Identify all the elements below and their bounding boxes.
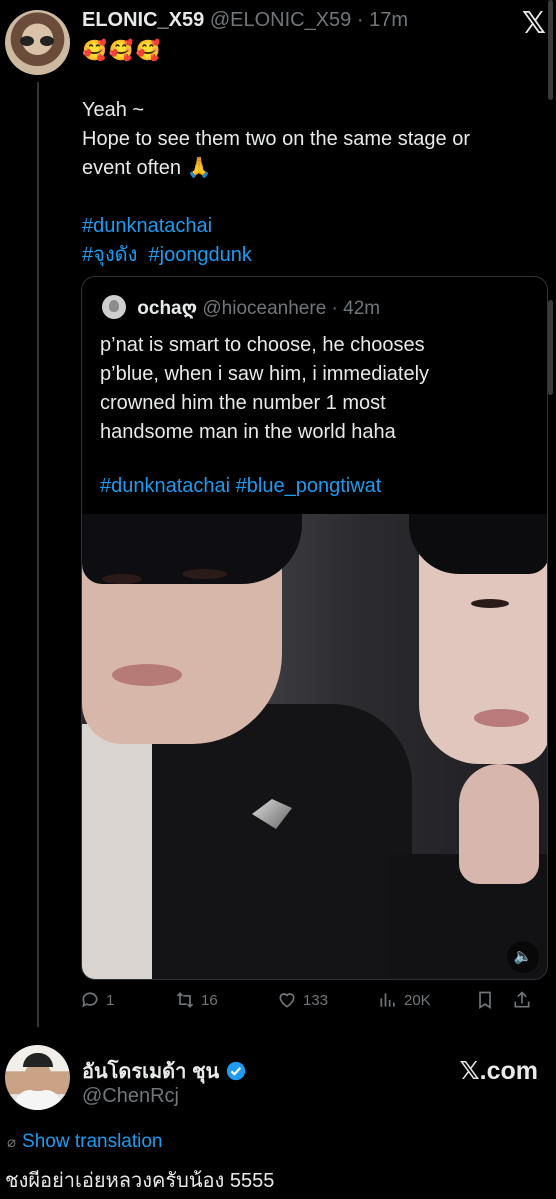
speaker-icon[interactable]: 🔈 bbox=[507, 941, 539, 973]
glasses-graphic bbox=[20, 36, 56, 46]
views-button[interactable]: 20K bbox=[378, 990, 431, 1010]
media-figure bbox=[471, 599, 509, 608]
reply-count: 1 bbox=[106, 991, 115, 1009]
verified-badge-icon bbox=[227, 1061, 246, 1081]
thread-connector-line bbox=[37, 82, 39, 1027]
post-text: Yeah ~ Hope to see them two on the same … bbox=[82, 96, 532, 183]
post-text-line: event often 🙏 bbox=[82, 157, 212, 179]
reply-author-handle[interactable]: @ChenRcj bbox=[82, 1085, 179, 1108]
reply-text: ชงผีอย่าเอ่ยหลวงครับน้อง 5555 bbox=[5, 1170, 275, 1192]
media-figure bbox=[474, 709, 529, 727]
source-watermark: 𝕏.com bbox=[459, 1057, 539, 1085]
author-handle-time[interactable]: @ELONIC_X59 · 17m bbox=[210, 9, 408, 31]
post-hashtags: #dunknatachai #จุงดัง #joongdunk bbox=[82, 212, 252, 270]
quote-text-line: p’nat is smart to choose, he chooses bbox=[100, 334, 425, 356]
author-name[interactable]: ELONIC_X59 bbox=[82, 9, 204, 31]
post-text-line: Yeah ~ bbox=[82, 99, 145, 121]
repost-icon bbox=[176, 992, 194, 1008]
quote-media-video[interactable]: 🔈 bbox=[82, 514, 547, 979]
views-icon bbox=[380, 993, 395, 1007]
avatar-figure bbox=[25, 1063, 51, 1091]
media-figure bbox=[102, 574, 142, 584]
quote-text-line: p’blue, when i saw him, i immediately bbox=[100, 363, 430, 385]
bookmark-icon bbox=[479, 991, 491, 1010]
scrollbar-thumb[interactable] bbox=[548, 0, 553, 100]
media-figure bbox=[142, 704, 412, 979]
reply-icon bbox=[82, 992, 98, 1008]
hashtag-link[interactable]: #dunknatachai bbox=[100, 475, 230, 497]
avatar-figure bbox=[15, 1090, 61, 1110]
share-button[interactable] bbox=[512, 990, 532, 1010]
share-icon bbox=[514, 991, 530, 1008]
post-text-line: Hope to see them two on the same stage o… bbox=[82, 128, 470, 150]
quote-avatar bbox=[102, 295, 126, 319]
media-figure bbox=[409, 514, 547, 574]
media-figure bbox=[82, 724, 152, 979]
post-header: ELONIC_X59 @ELONIC_X59 · 17m bbox=[82, 9, 408, 32]
quote-author-handle-time: @hioceanhere · 42m bbox=[202, 298, 381, 319]
quote-text-line: handsome man in the world haha bbox=[100, 421, 396, 443]
media-figure bbox=[459, 764, 539, 884]
quote-header: ochaღ @hioceanhere · 42m bbox=[102, 295, 380, 320]
hashtag-link[interactable]: #จุงดัง bbox=[82, 244, 137, 266]
show-translation-link[interactable]: ⌀ Show translation bbox=[7, 1131, 163, 1153]
reply-button[interactable]: 1 bbox=[80, 990, 114, 1010]
like-button[interactable]: 133 bbox=[277, 990, 328, 1010]
hashtag-link[interactable]: #blue_pongtiwat bbox=[236, 475, 382, 497]
reply-author-name: อันโดรเมด้า ชุน bbox=[82, 1061, 220, 1083]
translate-icon: ⌀ bbox=[7, 1134, 17, 1151]
reply-avatar[interactable] bbox=[5, 1045, 70, 1110]
views-count: 20K bbox=[404, 991, 431, 1009]
quote-hashtags: #dunknatachai #blue_pongtiwat bbox=[100, 475, 381, 498]
quoted-post-card[interactable]: ochaღ @hioceanhere · 42m p’nat is smart … bbox=[81, 276, 548, 980]
hashtag-link[interactable]: #joongdunk bbox=[149, 244, 252, 266]
heart-icon bbox=[279, 993, 295, 1008]
hashtag-link[interactable]: #dunknatachai bbox=[82, 215, 212, 237]
repost-count: 16 bbox=[201, 991, 218, 1009]
media-figure bbox=[182, 569, 227, 579]
show-translation-label: Show translation bbox=[22, 1131, 163, 1152]
x-logo-icon[interactable]: 𝕏 bbox=[522, 6, 546, 41]
scrollbar-thumb-secondary[interactable] bbox=[548, 300, 553, 395]
quote-author-name: ochaღ bbox=[137, 298, 198, 319]
repost-button[interactable]: 16 bbox=[175, 990, 218, 1010]
bookmark-button[interactable] bbox=[475, 990, 495, 1010]
media-figure bbox=[112, 664, 182, 686]
avatar-figure bbox=[23, 1053, 53, 1067]
avatar[interactable] bbox=[5, 10, 70, 75]
emoji-row: 🥰🥰🥰 bbox=[82, 40, 163, 62]
quote-text: p’nat is smart to choose, he chooses p’b… bbox=[100, 331, 530, 447]
quote-text-line: crowned him the number 1 most bbox=[100, 392, 386, 414]
action-bar: 1 16 133 20K bbox=[80, 990, 540, 1014]
reply-author[interactable]: อันโดรเมด้า ชุน bbox=[82, 1055, 247, 1087]
like-count: 133 bbox=[303, 991, 329, 1009]
